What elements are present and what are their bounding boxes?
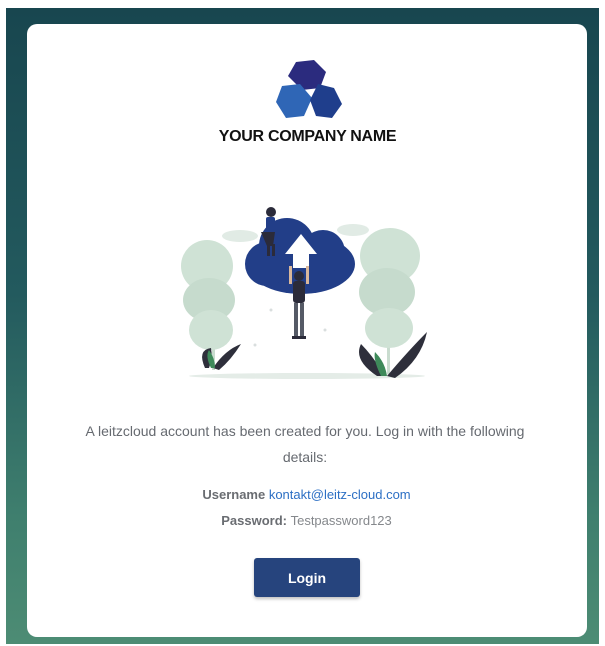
username-email-link[interactable]: kontakt@leitz-cloud.com	[269, 487, 411, 502]
password-value: Testpassword123	[290, 513, 392, 528]
password-label: Password:	[221, 513, 291, 528]
username-label: Username	[202, 487, 269, 502]
company-name: YOUR COMPANY NAME	[218, 128, 397, 145]
login-button[interactable]: Login	[254, 558, 360, 597]
username-row: Username kontakt@leitz-cloud.com	[0, 487, 605, 502]
company-logo-icon	[276, 60, 342, 118]
cloud-upload-illustration	[181, 207, 427, 379]
password-row: Password: Testpassword123	[0, 513, 605, 528]
account-created-message: A leitzcloud account has been created fo…	[85, 423, 525, 465]
